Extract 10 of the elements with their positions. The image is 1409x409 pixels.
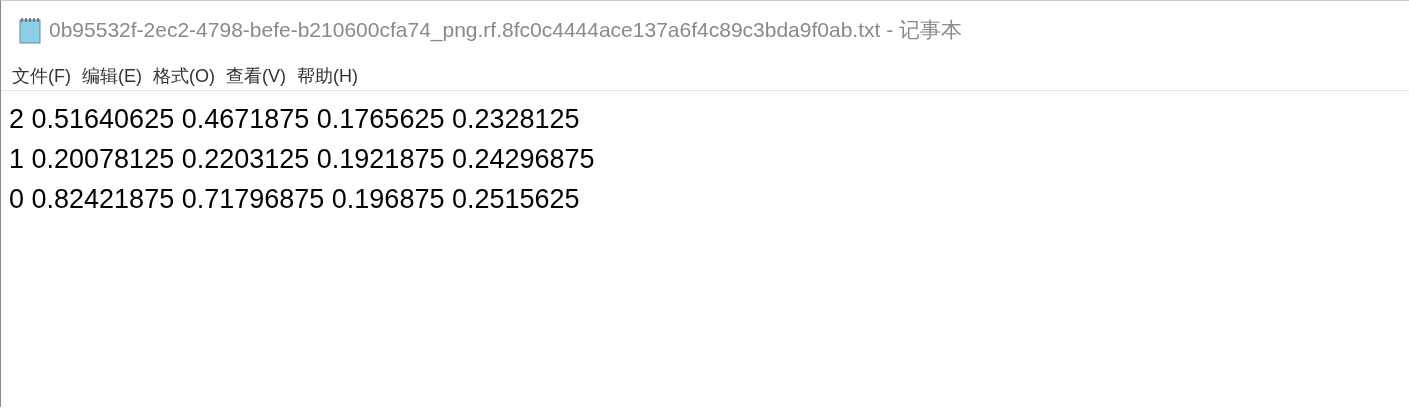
notepad-icon [17,16,43,44]
menu-item[interactable]: 编辑(E) [81,64,143,90]
window-title: 0b95532f-2ec2-4798-befe-b210600cfa74_png.rf.8fc0c4444ace137a6f4c89c3bda9f0ab.txt - 记事本 [49,17,962,44]
text-line: 2 0.51640625 0.4671875 0.1765625 0.2328125 [9,103,581,136]
menu-item[interactable]: 查看(V) [225,64,287,90]
menu-item[interactable]: 格式(O) [152,64,216,90]
menu-item[interactable]: 帮助(H) [296,64,359,90]
text-line: 0 0.82421875 0.71796875 0.196875 0.2515625 [9,183,581,216]
text-line: 1 0.20078125 0.2203125 0.1921875 0.24296875 [9,143,596,176]
menu-item[interactable]: 文件(F) [11,64,72,90]
